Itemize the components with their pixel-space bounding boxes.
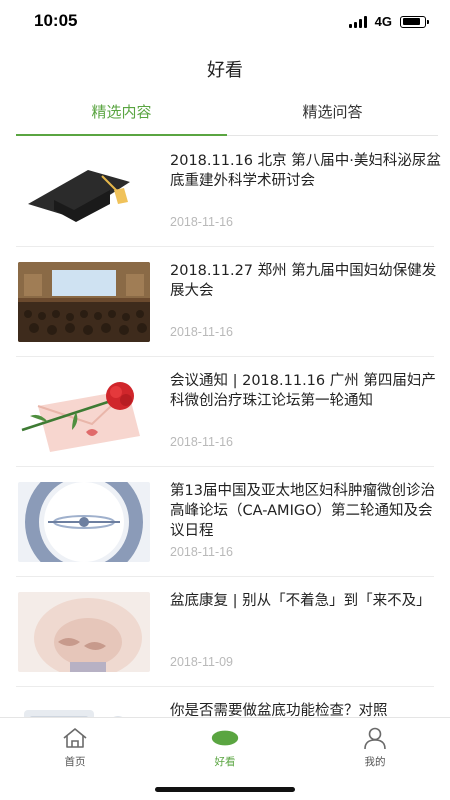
user-icon — [361, 726, 389, 750]
tab-bar: 精选内容 精选问答 — [16, 92, 438, 136]
list-item[interactable]: 会议通知 | 2018.11.16 广州 第四届妇产科微创治疗珠江论坛第一轮通知… — [16, 357, 436, 467]
article-date: 2018-11-16 — [170, 435, 234, 449]
article-list: 2018.11.16 北京 第八届中·美妇科泌尿盆底重建外科学术研讨会 2018… — [0, 137, 450, 717]
leaf-icon — [211, 726, 239, 750]
list-item[interactable]: 第13届中国及亚太地区妇科肿瘤微创诊治高峰论坛（CA-AMIGO）第二轮通知及会… — [16, 467, 435, 577]
battery-icon — [400, 15, 429, 28]
bottom-nav: 首页 好看 我的 — [0, 717, 450, 775]
article-title: 你是否需要做盆底功能检查？对照 — [170, 703, 388, 717]
page-title: 好看 — [207, 60, 243, 81]
graduation-cap-icon — [18, 152, 150, 232]
belly-photo — [18, 592, 150, 672]
list-item[interactable]: 盆底康复 | 别从「不着急」到「来不及」 2018-11-09 — [16, 577, 434, 687]
badge-photo — [18, 702, 150, 717]
envelope-carnation-icon — [18, 372, 150, 452]
nav-mine-label: 我的 — [364, 756, 386, 768]
ca-amigo-logo — [18, 482, 150, 562]
home-icon — [61, 726, 89, 750]
status-indicators: 4G — [348, 14, 429, 29]
tab-featured-qa[interactable]: 精选问答 — [227, 92, 438, 135]
nav-home-label: 首页 — [64, 756, 86, 768]
status-bar: 10:05 4G — [0, 0, 450, 44]
article-title: 会议通知 | 2018.11.16 广州 第四届妇产科微创治疗珠江论坛第一轮通知 — [170, 373, 436, 409]
article-title: 第13届中国及亚太地区妇科肿瘤微创诊治高峰论坛（CA-AMIGO）第二轮通知及会… — [170, 483, 435, 539]
tab-featured-content[interactable]: 精选内容 — [16, 92, 227, 136]
list-item[interactable]: 2018.11.27 郑州 第九届中国妇幼保健发展大会 2018-11-16 — [16, 247, 436, 357]
article-title: 2018.11.27 郑州 第九届中国妇幼保健发展大会 — [170, 263, 437, 299]
home-indicator[interactable] — [155, 787, 295, 792]
article-title: 盆底康复 | 别从「不着急」到「来不及」 — [170, 593, 431, 609]
nav-mine[interactable]: 我的 — [300, 718, 450, 775]
battery-level — [402, 18, 421, 25]
list-item[interactable]: 2018.11.16 北京 第八届中·美妇科泌尿盆底重建外科学术研讨会 2018… — [16, 137, 441, 247]
article-date: 2018-11-16 — [170, 325, 234, 339]
network-type: 4G — [374, 14, 392, 29]
article-title: 2018.11.16 北京 第八届中·美妇科泌尿盆底重建外科学术研讨会 — [170, 153, 441, 189]
status-time: 10:05 — [34, 11, 78, 30]
conference-photo — [18, 262, 150, 342]
article-date: 2018-11-09 — [170, 655, 234, 669]
article-date: 2018-11-16 — [170, 545, 234, 559]
article-date: 2018-11-16 — [170, 215, 234, 229]
nav-haokan[interactable]: 好看 — [150, 718, 300, 775]
list-item[interactable]: 你是否需要做盆底功能检查？对照 — [16, 687, 434, 717]
nav-home[interactable]: 首页 — [0, 718, 150, 775]
signal-icon — [348, 15, 367, 28]
nav-haokan-label: 好看 — [214, 756, 236, 768]
